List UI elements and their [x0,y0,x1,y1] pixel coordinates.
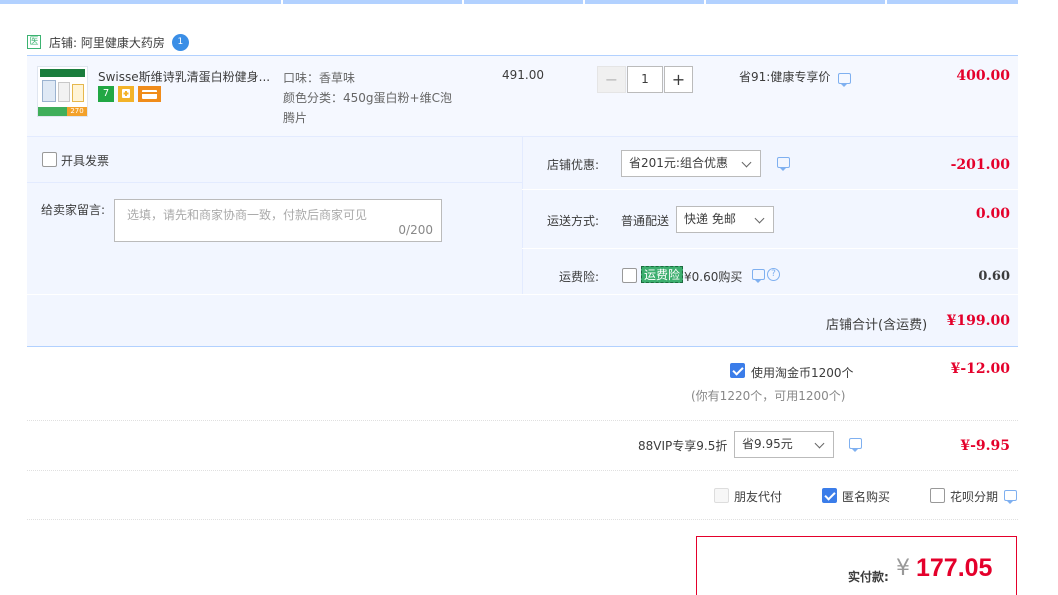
shop-name-link[interactable]: 店铺: 阿里健康大药房 [49,34,165,51]
huabei-checkbox[interactable] [930,488,945,503]
seller-message-textarea[interactable]: 选填，请先和商家协商一致，付款后商家可见 0/200 [114,199,442,242]
shipping-amount: 0.00 [975,206,1010,222]
quantity-input[interactable]: 1 [627,66,663,93]
vip-discount-label: 88VIP专享9.5折 [638,439,728,453]
card-payment-icon[interactable] [138,86,161,102]
shop-discount-amount: -201.00 [950,157,1010,173]
shipping-value: 快递 免邮 [684,212,736,226]
friend-pay-checkbox[interactable] [714,488,729,503]
anonymous-checkbox[interactable] [822,488,837,503]
coins-availability: (你有1220个，可用1200个) [691,389,846,403]
chevron-down-icon [741,157,752,168]
insurance-label: 运费险: [559,270,600,284]
invoice-checkbox[interactable] [42,152,57,167]
insurance-comment-icon[interactable] [752,269,765,283]
shop-subtotal-amount: ¥199.00 [946,313,1010,329]
invoice-label: 开具发票 [61,154,110,168]
sku-info: 口味：香草味 颜色分类：450g蛋白粉+维C泡腾片 [283,68,463,128]
unit-price: 491.00 [502,68,544,82]
coins-checkbox[interactable] [730,363,745,378]
insurance-price-text: ¥0.60购买 [684,270,743,284]
product-thumbnail[interactable]: 270 [37,66,88,117]
chat-wangwang-icon[interactable]: 1 [171,33,189,51]
coins-amount: ¥-12.00 [950,361,1010,377]
shipping-method: 普通配送 [621,214,670,228]
insurance-checkbox[interactable] [622,268,637,283]
message-label: 给卖家留言: [41,203,106,217]
chevron-down-icon [754,213,765,224]
chevron-down-icon [814,438,825,449]
payment-currency: ¥ [896,556,910,581]
quantity-increase-button[interactable]: + [664,66,693,93]
promo-comment-icon[interactable] [838,73,851,87]
quantity-decrease-button[interactable]: − [597,66,626,93]
message-placeholder: 选填，请先和商家协商一致，付款后商家可见 [127,208,368,222]
payment-amount: 177.05 [916,554,993,582]
vip-comment-icon[interactable] [849,438,862,452]
message-char-counter: 0/200 [398,223,433,237]
item-promo-label: 省91:健康专享价 [739,70,831,84]
seven-day-return-icon[interactable]: 7 [98,86,114,102]
anonymous-label: 匿名购买 [842,490,891,504]
sku-color: 颜色分类：450g蛋白粉+维C泡腾片 [283,91,452,125]
product-title-link[interactable]: Swisse斯维诗乳清蛋白粉健身... [98,68,273,85]
coins-label: 使用淘金币1200个 [751,366,854,380]
shop-discount-select[interactable]: 省201元:组合优惠 [621,150,761,177]
column-header-bar [0,0,1018,4]
huabei-label: 花呗分期 [950,490,999,504]
payment-label: 实付款: [848,570,889,584]
shop-discount-value: 省201元:组合优惠 [629,156,728,170]
shipping-select[interactable]: 快递 免邮 [676,206,774,233]
shop-header: 医 店铺: 阿里健康大药房 1 [27,32,189,52]
friend-pay-label: 朋友代付 [734,490,783,504]
vip-discount-value: 省9.95元 [742,437,793,451]
item-total-price: 400.00 [956,68,1010,84]
insurance-tag: 运费险 [641,266,684,283]
vip-discount-amount: ¥-9.95 [960,438,1010,454]
discount-comment-icon[interactable] [777,157,790,171]
vip-discount-select[interactable]: 省9.95元 [734,431,834,458]
help-icon[interactable]: ? [767,268,780,281]
huabei-comment-icon[interactable] [1004,490,1017,504]
pharmacy-badge-icon: 医 [27,35,41,49]
sku-flavor: 口味：香草味 [283,71,356,85]
insurance-amount: 0.60 [978,269,1010,284]
shop-discount-label: 店铺优惠: [547,158,600,172]
shipping-label: 运送方式: [547,214,600,228]
medicine-service-icon[interactable] [118,86,134,102]
